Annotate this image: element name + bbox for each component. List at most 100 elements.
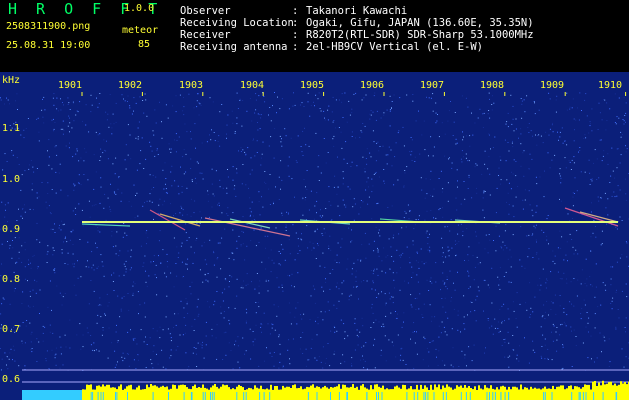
noise-dot [381,260,383,262]
activity-bar-yellow [252,389,254,400]
noise-dot [179,212,181,214]
noise-dot [450,101,451,102]
noise-dot [342,177,344,179]
noise-dot [182,110,184,112]
noise-dot [412,100,414,102]
noise-dot [211,183,213,185]
noise-dot [368,196,370,198]
noise-dot [483,192,485,194]
noise-dot [536,144,538,146]
noise-dot [125,144,127,146]
noise-dot [299,250,301,252]
noise-dot [363,367,365,369]
noise-dot [364,171,366,173]
activity-bar-yellow [468,386,470,400]
noise-dot [139,304,141,306]
activity-bar-cyan [116,392,118,400]
noise-dot [513,130,515,132]
noise-dot [432,93,434,95]
noise-dot [548,314,549,316]
noise-dot [531,234,533,236]
noise-dot [328,245,330,247]
noise-dot [566,241,568,243]
noise-dot [566,278,567,280]
activity-bar-yellow [384,389,386,400]
noise-dot [522,152,524,154]
noise-dot [329,365,331,367]
noise-dot [421,261,423,263]
noise-dot [351,112,353,114]
noise-dot [210,139,212,141]
noise-dot [281,98,283,100]
noise-dot [273,365,275,367]
noise-dot [168,143,170,145]
noise-dot [259,214,261,216]
freq-label: 0.9 [2,224,21,235]
activity-bar-yellow [130,384,132,400]
noise-dot [435,217,437,219]
noise-dot [396,272,398,274]
noise-dot [91,205,93,207]
noise-dot [314,105,315,107]
noise-dot [402,359,404,361]
noise-dot [429,251,431,253]
noise-dot [165,104,167,106]
noise-dot [417,219,419,220]
noise-dot [363,345,365,347]
noise-dot [512,335,514,336]
noise-dot [616,148,618,150]
noise-dot [120,310,122,312]
noise-dot [544,170,545,172]
noise-dot [9,352,11,354]
noise-dot [14,237,16,239]
noise-dot [49,324,51,326]
activity-bar-yellow [272,389,274,400]
noise-dot [333,145,335,147]
noise-dot [31,331,33,333]
noise-dot [465,97,467,99]
noise-dot [319,92,321,94]
noise-dot [333,120,335,121]
noise-dot [150,262,152,264]
noise-dot [0,99,2,101]
noise-dot [437,364,439,366]
noise-dot [36,192,38,194]
freq-label: 1.0 [2,174,21,185]
noise-dot [281,145,283,147]
noise-dot [261,196,262,198]
activity-bar-yellow [154,385,156,400]
activity-bar-cyan [602,392,604,400]
activity-bar-cyan [378,392,379,400]
noise-dot [185,263,187,265]
noise-dot [235,195,237,197]
noise-dot [262,141,264,143]
noise-dot [487,252,489,254]
noise-dot [432,155,434,157]
noise-dot [196,366,198,367]
noise-dot [194,200,196,202]
noise-dot [107,305,109,307]
noise-dot [22,208,24,210]
noise-dot [573,162,575,164]
noise-dot [224,228,226,230]
noise-dot [401,326,403,328]
activity-bar-yellow [142,389,144,400]
noise-dot [191,181,193,182]
noise-dot [579,147,581,148]
activity-bar-yellow [344,384,346,400]
noise-dot [96,97,97,99]
noise-dot [330,249,332,251]
activity-bar-yellow [352,384,354,400]
noise-dot [4,103,5,105]
noise-dot [388,339,390,341]
noise-dot [36,338,38,340]
activity-bar-yellow [556,386,558,400]
noise-dot [338,300,340,302]
noise-dot [170,151,172,153]
noise-dot [559,230,561,232]
activity-bar-yellow [540,389,542,400]
noise-dot [411,150,413,152]
noise-dot [75,294,77,296]
noise-dot [453,308,455,310]
noise-dot [54,354,56,356]
